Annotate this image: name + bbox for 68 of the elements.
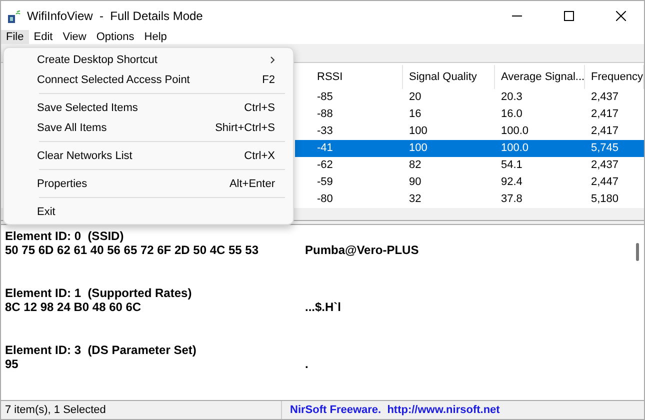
column-header[interactable]: Signal Quality xyxy=(403,64,495,89)
table-cell-text: -80 xyxy=(316,193,334,206)
credit-link[interactable]: NirSoft Freeware. http://www.nirsoft.net xyxy=(282,401,508,419)
table-cell-text: 100.0 xyxy=(500,125,530,138)
menu-item[interactable]: Exit xyxy=(4,202,293,222)
element-heading: Element ID: 0 (SSID) xyxy=(5,229,125,243)
chevron-right-icon xyxy=(270,56,275,64)
table-cell-text: 32 xyxy=(408,193,422,206)
table-cell-text: 16 xyxy=(408,108,422,120)
table-cell-text: -59 xyxy=(316,176,334,188)
menu-item[interactable]: View xyxy=(58,30,92,44)
maximize-icon xyxy=(564,10,574,20)
menu-item[interactable]: Edit xyxy=(28,30,58,44)
ascii-text: . xyxy=(305,357,310,371)
table-cell-text: 20.3 xyxy=(500,91,524,104)
hex-bytes: 8C 12 98 24 B0 48 60 6C xyxy=(5,300,142,314)
menu-item[interactable]: Help xyxy=(139,30,172,44)
menu-item[interactable]: File xyxy=(1,30,29,44)
table-cell-text: 100.0 xyxy=(500,142,530,154)
table-cell-text: 82 xyxy=(408,159,422,172)
menu-item[interactable]: Clear Networks List Ctrl+X xyxy=(4,146,293,166)
table-cell-text: 5,180 xyxy=(590,193,620,206)
table-cell-text: -88 xyxy=(316,108,334,120)
table-cell-text: 100 xyxy=(408,125,428,138)
table-cell-text: 5,745 xyxy=(590,142,620,154)
table-cell-text: 2,447 xyxy=(590,176,620,188)
table-row[interactable]: -33 100 100.0 2,417 xyxy=(295,122,644,140)
table-row[interactable]: -41 100 100.0 5,745 xyxy=(295,140,644,157)
menu-item[interactable]: Save Selected Items Ctrl+S xyxy=(4,98,293,118)
hex-bytes: 50 75 6D 62 61 40 56 65 72 6F 2D 50 4C 55 53 xyxy=(5,243,260,257)
table-row[interactable]: -80 32 37.8 5,180 xyxy=(295,190,644,208)
table-cell-text: 54.1 xyxy=(500,159,524,172)
table-cell-text: 2,437 xyxy=(590,91,620,104)
table-row[interactable]: -59 90 92.4 2,447 xyxy=(295,174,644,191)
menu-item[interactable]: Save All Items Shirt+Ctrl+S xyxy=(4,118,293,138)
table-cell-text: 16.0 xyxy=(500,108,524,120)
element-heading: Element ID: 3 (DS Parameter Set) xyxy=(5,343,198,357)
column-header[interactable]: Frequency xyxy=(585,64,644,89)
table-cell-text: 20 xyxy=(408,91,422,104)
table-cell-text: 92.4 xyxy=(500,176,524,188)
close-icon xyxy=(616,10,626,20)
scrollbar-thumb[interactable] xyxy=(636,243,638,261)
table-cell-text: -41 xyxy=(316,142,334,154)
table-cell-text: -85 xyxy=(316,91,334,104)
element-heading: Element ID: 1 (Supported Rates) xyxy=(5,286,193,300)
table-row[interactable]: -88 16 16.0 2,417 xyxy=(295,106,644,123)
status-text: 7 item(s), 1 Selected xyxy=(1,401,282,419)
ascii-text: Pumba@Vero-PLUS xyxy=(305,243,420,257)
table-cell-text: -62 xyxy=(316,159,334,172)
column-header[interactable]: Average Signal... xyxy=(495,64,585,89)
menu-item[interactable]: Properties Alt+Enter xyxy=(4,174,293,194)
table-cell-text: 100 xyxy=(408,142,428,154)
table-row[interactable]: -62 82 54.1 2,437 xyxy=(295,156,644,174)
table-cell-text: 2,417 xyxy=(590,108,620,120)
hex-bytes: 95 xyxy=(5,357,20,371)
table-cell-text: 90 xyxy=(408,176,422,188)
wifi-app-icon xyxy=(7,8,21,22)
window-title: WifiInfoView - Full Details Mode xyxy=(27,8,204,22)
ascii-text: ...$.H`l xyxy=(305,300,342,314)
table-row[interactable]: -85 20 20.3 2,437 xyxy=(295,88,644,106)
table-cell-text: 37.8 xyxy=(500,193,524,206)
table-cell-text: 2,437 xyxy=(590,159,620,172)
column-header[interactable]: RSSI xyxy=(311,64,403,89)
table-cell-text: 2,417 xyxy=(590,125,620,138)
table-cell-text: -33 xyxy=(316,125,334,138)
menu-item[interactable]: Options xyxy=(91,30,140,44)
menu-item[interactable]: Create Desktop Shortcut xyxy=(4,50,293,70)
menu-item[interactable]: Connect Selected Access Point F2 xyxy=(4,70,293,90)
